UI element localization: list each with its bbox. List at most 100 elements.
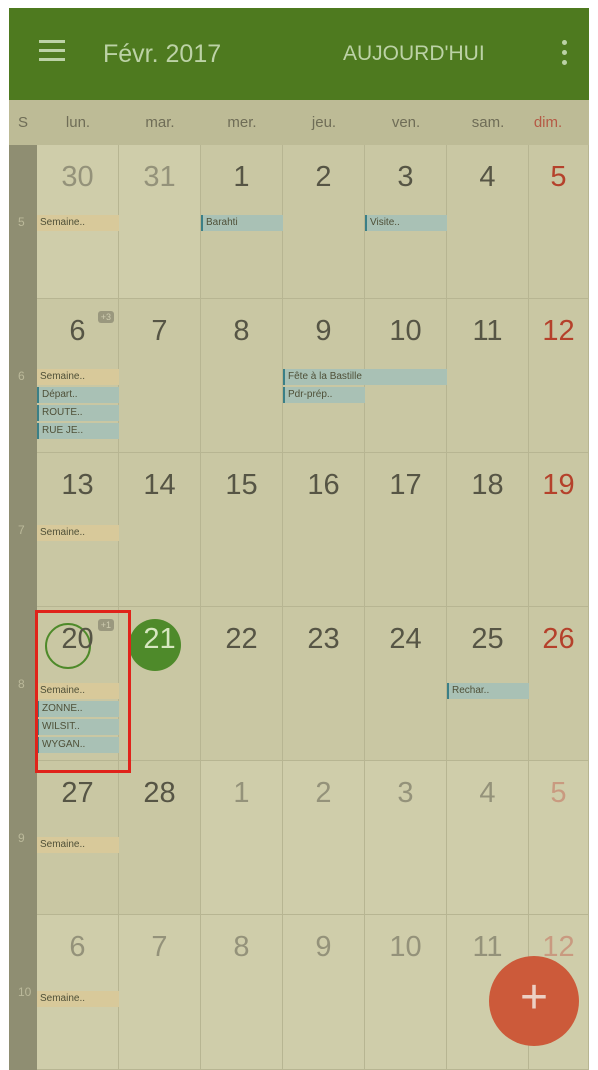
day-cell[interactable]: 19 xyxy=(529,453,589,607)
event-chip[interactable]: RUE JE.. xyxy=(37,423,119,439)
day-number: 25 xyxy=(471,623,504,655)
day-number: 16 xyxy=(307,469,340,501)
day-number: 8 xyxy=(233,931,250,963)
event-chip[interactable]: Semaine.. xyxy=(37,215,119,231)
add-event-button[interactable]: + xyxy=(489,956,579,1046)
day-cell[interactable]: 24 xyxy=(365,607,447,761)
day-number: 11 xyxy=(472,315,503,347)
day-number: 18 xyxy=(471,469,504,501)
event-chip[interactable]: Semaine.. xyxy=(37,525,119,541)
day-number: 7 xyxy=(151,315,168,347)
day-number: 1 xyxy=(233,161,250,193)
day-cell[interactable]: 1 xyxy=(201,761,283,915)
day-cell[interactable]: 9 xyxy=(283,915,365,1070)
more-events-badge[interactable]: +1 xyxy=(97,619,114,631)
event-chip[interactable]: WILSIT.. xyxy=(37,719,119,735)
event-chip[interactable]: Visite.. xyxy=(365,215,447,231)
hamburger-icon[interactable] xyxy=(39,40,65,62)
weekday-mon: lun. xyxy=(65,114,91,131)
day-number: 3 xyxy=(397,777,414,809)
week-number: 7 xyxy=(18,523,25,537)
week-number: 9 xyxy=(18,831,25,845)
day-cell[interactable]: 23 xyxy=(283,607,365,761)
day-number: 19 xyxy=(542,469,575,501)
day-number: 22 xyxy=(225,623,258,655)
week-number: 10 xyxy=(18,985,32,999)
day-cell-selected[interactable]: 21 xyxy=(119,607,201,761)
weekday-thu: jeu. xyxy=(311,114,337,131)
day-cell[interactable]: 7 xyxy=(119,915,201,1070)
day-number: 27 xyxy=(61,777,94,809)
day-cell[interactable]: 8 xyxy=(201,299,283,453)
day-number: 6 xyxy=(69,931,86,963)
weekday-tue: mar. xyxy=(145,114,175,131)
day-cell[interactable]: 28 xyxy=(119,761,201,915)
day-cell[interactable]: 15 xyxy=(201,453,283,607)
day-cell[interactable]: 11 xyxy=(447,299,529,453)
day-cell[interactable]: 3 xyxy=(365,761,447,915)
event-chip[interactable]: Semaine.. xyxy=(37,991,119,1007)
day-number: 26 xyxy=(542,623,575,655)
day-cell[interactable]: 31 xyxy=(119,145,201,299)
day-cell[interactable]: 4 xyxy=(447,761,529,915)
month-grid: 30 31 1 2 3 4 5 Semaine.. Barahti Visite… xyxy=(37,145,589,1070)
event-chip[interactable]: WYGAN.. xyxy=(37,737,119,753)
weekday-header: S lun. mar. mer. jeu. ven. sam. dim. xyxy=(9,100,589,145)
event-chip[interactable]: ZONNE.. xyxy=(37,701,119,717)
day-number: 3 xyxy=(397,161,414,193)
day-number: 1 xyxy=(233,777,250,809)
day-cell[interactable]: 22 xyxy=(201,607,283,761)
event-chip[interactable]: Départ.. xyxy=(37,387,119,403)
event-chip[interactable]: ROUTE.. xyxy=(37,405,119,421)
day-number: 17 xyxy=(389,469,422,501)
app-toolbar: Févr. 2017 AUJOURD'HUI xyxy=(9,8,589,100)
overflow-menu-icon[interactable] xyxy=(559,38,569,68)
day-number: 9 xyxy=(315,931,332,963)
week-number: 8 xyxy=(18,677,25,691)
day-number: 9 xyxy=(315,315,332,347)
weekday-sun: dim. xyxy=(533,114,563,131)
day-cell[interactable]: 4 xyxy=(447,145,529,299)
week-number: 6 xyxy=(18,369,25,383)
week-number-column: 5 6 7 8 9 10 xyxy=(9,145,37,1070)
event-chip[interactable]: Semaine.. xyxy=(37,369,119,385)
day-number: 31 xyxy=(143,161,176,193)
day-cell[interactable]: 18 xyxy=(447,453,529,607)
day-number: 28 xyxy=(143,777,176,809)
day-cell[interactable]: 10 xyxy=(365,915,447,1070)
more-events-badge[interactable]: +3 xyxy=(97,311,114,323)
event-chip[interactable]: Pdr-prép.. xyxy=(283,387,365,403)
day-cell[interactable]: 5 xyxy=(529,761,589,915)
plus-icon: + xyxy=(519,971,549,1024)
day-number: 10 xyxy=(389,931,422,963)
calendar-app: Févr. 2017 AUJOURD'HUI S lun. mar. mer. … xyxy=(9,8,589,1070)
today-button[interactable]: AUJOURD'HUI xyxy=(343,42,485,66)
day-number: 23 xyxy=(307,623,340,655)
day-number: 13 xyxy=(61,469,94,501)
day-number: 24 xyxy=(389,623,422,655)
weekday-fri: ven. xyxy=(391,114,421,131)
day-cell[interactable]: 8 xyxy=(201,915,283,1070)
day-cell[interactable]: 16 xyxy=(283,453,365,607)
day-cell[interactable]: 5 xyxy=(529,145,589,299)
day-cell[interactable]: 17 xyxy=(365,453,447,607)
event-chip[interactable]: Rechar.. xyxy=(447,683,529,699)
day-cell[interactable]: 14 xyxy=(119,453,201,607)
day-number: 2 xyxy=(315,777,332,809)
day-number: 8 xyxy=(233,315,250,347)
day-cell[interactable]: 26 xyxy=(529,607,589,761)
event-chip[interactable]: Semaine.. xyxy=(37,683,119,699)
day-cell[interactable]: 2 xyxy=(283,761,365,915)
event-chip[interactable]: Semaine.. xyxy=(37,837,119,853)
event-chip[interactable]: Fête à la Bastille xyxy=(283,369,447,385)
day-number: 5 xyxy=(550,161,567,193)
day-cell[interactable]: 7 xyxy=(119,299,201,453)
month-title[interactable]: Févr. 2017 xyxy=(103,40,221,69)
event-chip[interactable]: Barahti xyxy=(201,215,283,231)
week-number: 5 xyxy=(18,215,25,229)
week-column-header: S xyxy=(17,114,28,131)
day-number: 10 xyxy=(389,315,422,347)
day-number: 12 xyxy=(542,315,575,347)
day-cell[interactable]: 12 xyxy=(529,299,589,453)
day-cell[interactable]: 2 xyxy=(283,145,365,299)
